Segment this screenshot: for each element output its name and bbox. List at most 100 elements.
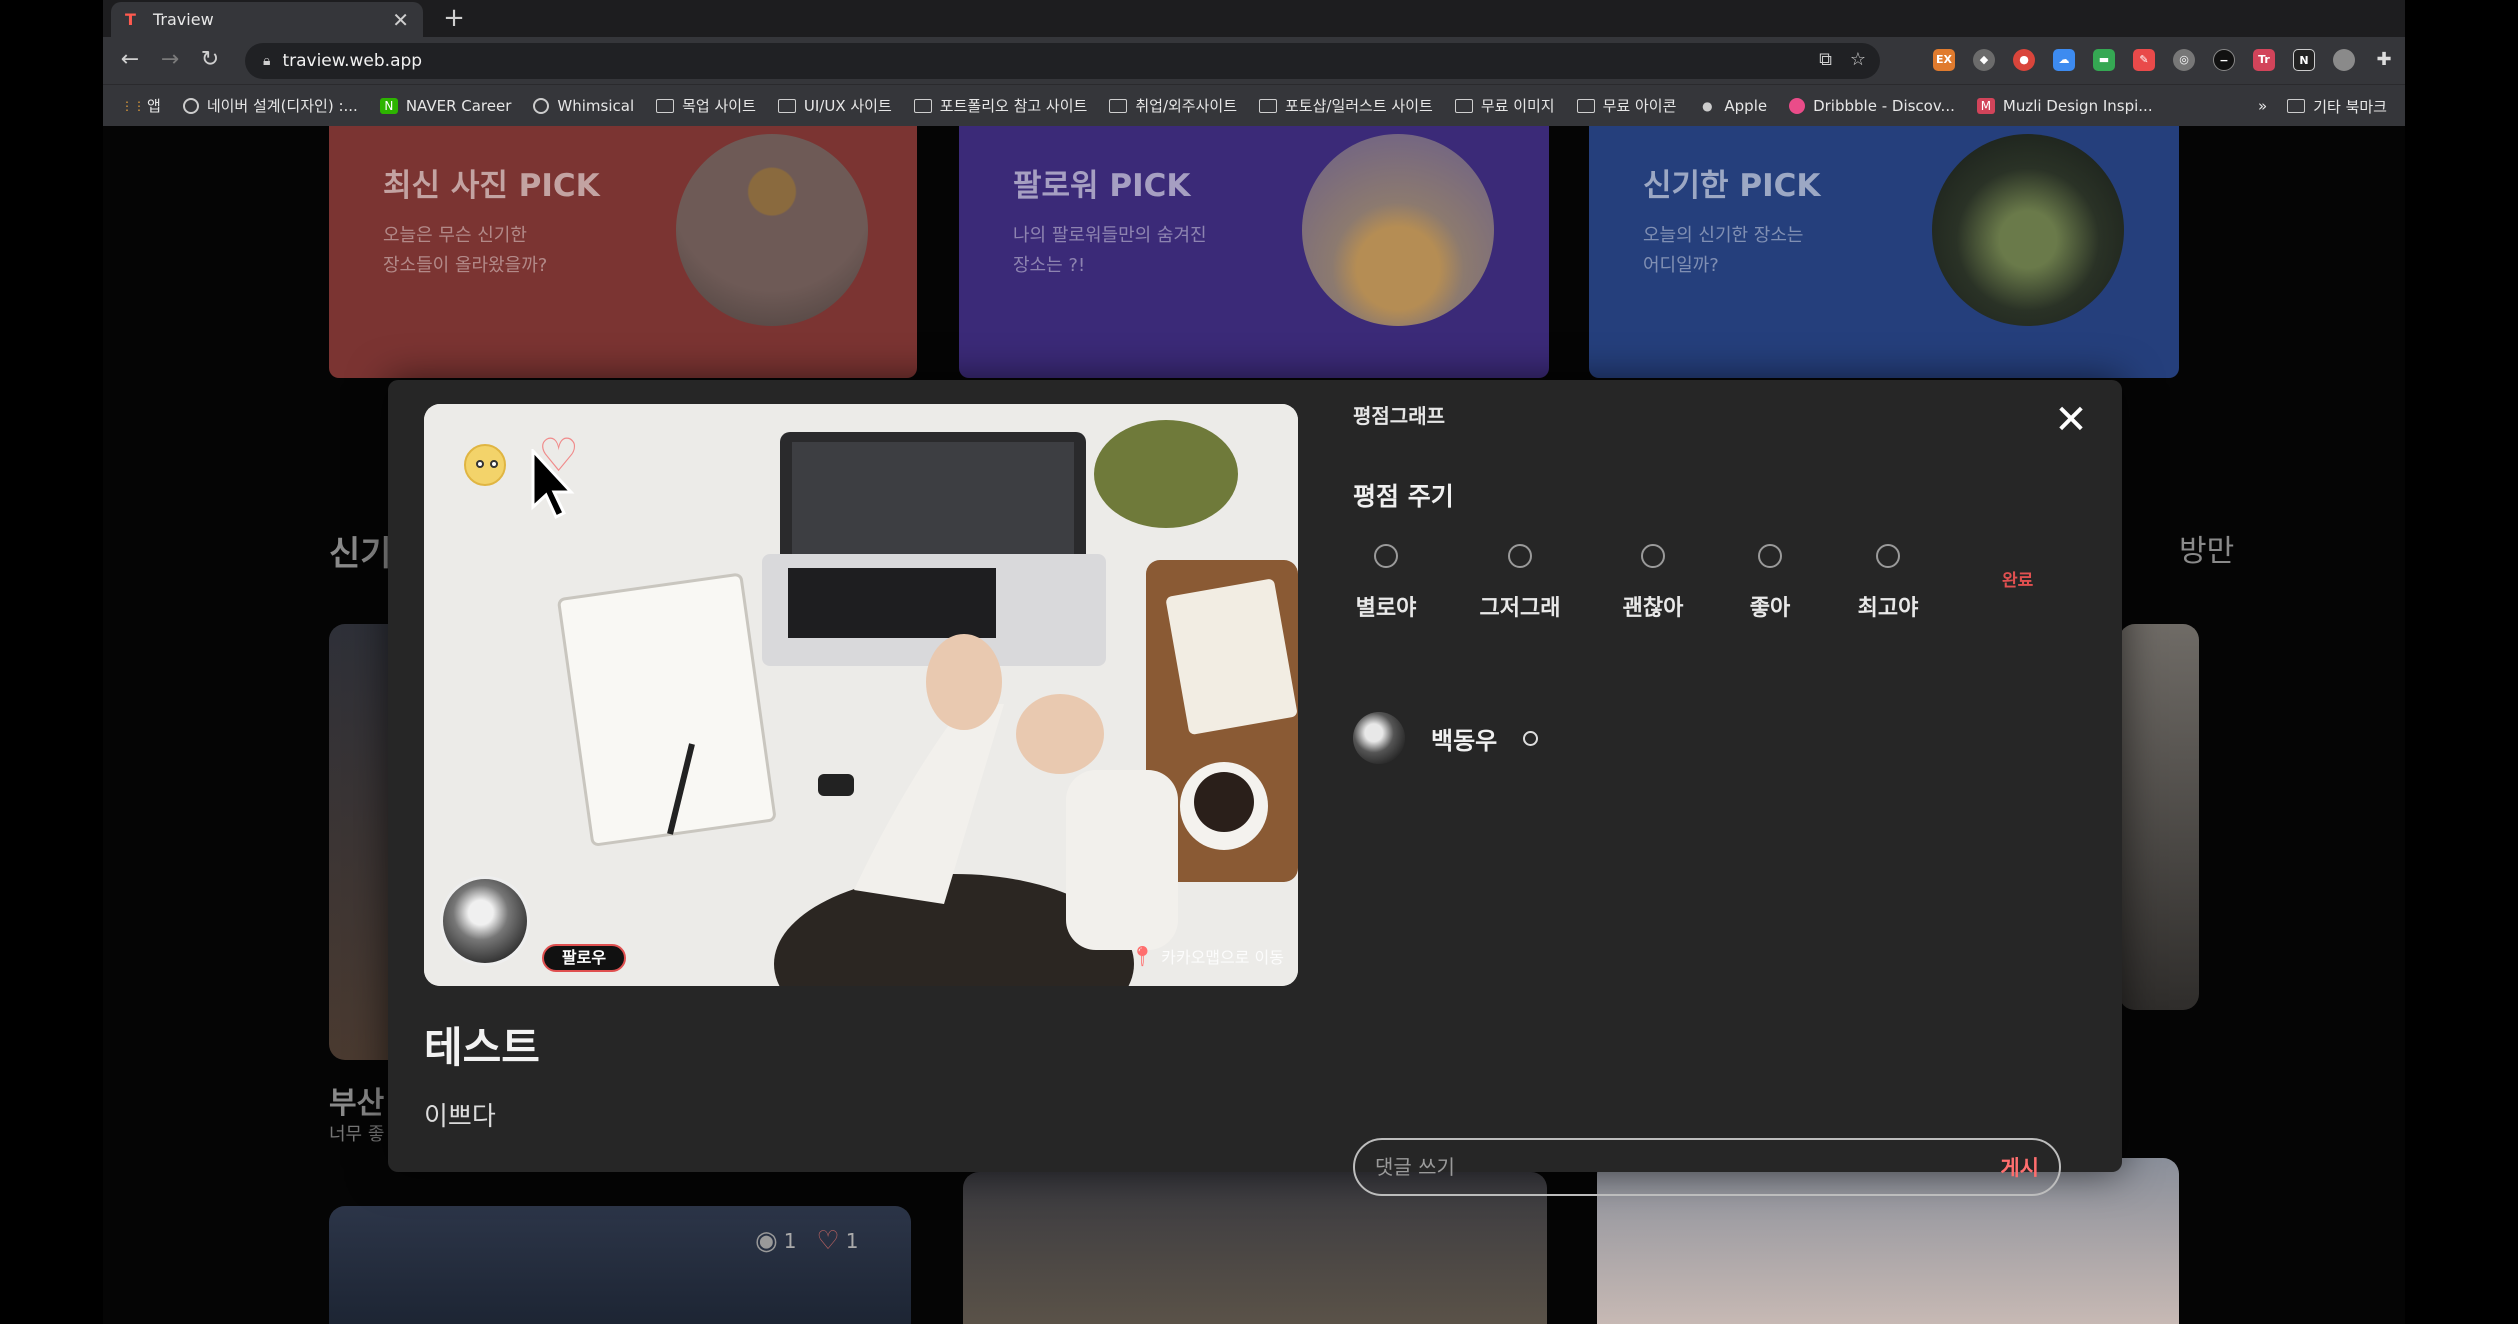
bookmark-dribbble[interactable]: Dribbble - Discov... (1789, 97, 1955, 115)
close-tab-icon[interactable]: ✕ (392, 8, 409, 32)
banner-image (1932, 134, 2124, 326)
reload-button[interactable]: ↻ (195, 45, 225, 75)
mouse-cursor-icon (531, 449, 575, 520)
kakao-map-label: 카카오맵으로 이동 (1161, 948, 1284, 967)
traview-favicon-icon: T (125, 9, 136, 29)
apps-grid-icon: ⋮⋮ (121, 98, 145, 113)
new-tab-button[interactable]: + (437, 2, 471, 36)
dribbble-icon (1789, 97, 1806, 114)
extension-icon-6[interactable]: ✎ (2133, 49, 2155, 71)
author-avatar[interactable] (440, 876, 530, 966)
other-bookmarks[interactable]: 기타 북마크 (2313, 96, 2387, 117)
extension-icon-1[interactable]: EX (1933, 49, 1955, 71)
comment-box: 게시 (1353, 1138, 2061, 1196)
folder-icon (1259, 98, 1277, 113)
extension-icon-9[interactable]: Tr (2253, 49, 2275, 71)
rate-heading: 평점 주기 (1353, 482, 1454, 511)
photo-card[interactable] (2119, 624, 2199, 1010)
radio-button[interactable] (1758, 544, 1782, 568)
follow-button[interactable]: 팔로우 (542, 944, 626, 972)
like-count: 1 (845, 1229, 859, 1253)
bookmark-label: 포트폴리오 참고 사이트 (939, 97, 1088, 115)
bookmark-label: 무료 아이콘 (1602, 97, 1677, 115)
extension-icon-11[interactable] (2333, 49, 2355, 71)
rating-option-good[interactable]: 좋아 (1710, 544, 1830, 622)
rating-option-label: 괜찮아 (1622, 596, 1684, 621)
card-subtitle: 너무 좋 (329, 1124, 385, 1145)
extension-icon-4[interactable]: ☁ (2053, 49, 2075, 71)
apple-icon: ● (1702, 98, 1713, 113)
banner-follower-pick[interactable]: 팔로워 PICK 나의 팔로워들만의 숨겨진 장소는 ?! (959, 126, 1549, 378)
folder-icon (777, 98, 796, 113)
emoji-eyes-icon[interactable] (464, 444, 506, 486)
close-icon[interactable]: ✕ (2054, 400, 2088, 440)
rating-option-label: 그저그래 (1479, 596, 1561, 621)
bookmarks-overflow-button[interactable]: » (2258, 97, 2267, 115)
tab-bar: T Traview ✕ + (103, 0, 2405, 37)
rating-option-label: 좋아 (1749, 596, 1791, 621)
translate-icon[interactable]: ⧉ (1819, 49, 1832, 70)
map-pin-icon: 📍︎ (1129, 944, 1156, 968)
banner-latest-pick[interactable]: 최신 사진 PICK 오늘은 무슨 신기한 장소들이 올라왔을까? (329, 126, 917, 378)
bookmark-muzli[interactable]: M Muzli Design Inspi... (1976, 97, 2153, 115)
rating-user-row: 백동우 (1353, 712, 1539, 764)
page-content: 최신 사진 PICK 오늘은 무슨 신기한 장소들이 올라왔을까? 팔로워 PI… (103, 126, 2405, 1324)
card-stats: ◉ 1 ♡ 1 (755, 1226, 858, 1256)
extension-icon-8[interactable]: − (2213, 49, 2235, 71)
bookmark-whimsical[interactable]: Whimsical (533, 97, 634, 115)
section-more[interactable]: 방만 (2179, 526, 2234, 570)
bookmark-folder-portfolio[interactable]: 포트폴리오 참고 사이트 (913, 95, 1088, 116)
rating-done-button[interactable]: 완료 (2002, 566, 2033, 591)
bookmark-label: 포토샵/일러스트 사이트 (1285, 97, 1433, 115)
extension-icon-5[interactable]: ▬ (2093, 49, 2115, 71)
view-count: 1 (783, 1229, 797, 1253)
naver-icon: N (379, 97, 398, 114)
bookmarks-bar: ⋮⋮ 앱 네이버 설계(디자인) :... N NAVER Career Whims… (103, 84, 2405, 126)
heart-icon[interactable]: ♡ (816, 1226, 839, 1256)
extension-icon-3[interactable]: ● (2013, 49, 2035, 71)
rating-option-soso[interactable]: 그저그래 (1460, 544, 1580, 622)
banner-amazing-pick[interactable]: 신기한 PICK 오늘의 신기한 장소는 어디일까? (1589, 126, 2179, 378)
post-detail-modal: ♡ 팔로우 📍︎ 카카오맵으로 이동 테스트 이쁘다 평점그래프 ✕ 평점 주기… (388, 380, 2122, 1196)
rating-option-best[interactable]: 최고야 (1828, 544, 1948, 622)
bookmark-label: 목업 사이트 (682, 97, 756, 115)
tab-traview[interactable]: T Traview ✕ (111, 2, 423, 37)
bookmark-folder-free-icons[interactable]: 무료 아이콘 (1576, 95, 1677, 116)
kakao-map-link[interactable]: 📍︎ 카카오맵으로 이동 (1130, 944, 1284, 968)
extension-icon-7[interactable]: ◎ (2173, 49, 2195, 71)
radio-button[interactable] (1641, 544, 1665, 568)
bookmark-folder-free-images[interactable]: 무료 이미지 (1454, 95, 1555, 116)
rating-option-bad[interactable]: 별로야 (1326, 544, 1446, 622)
back-button[interactable]: ← (115, 45, 145, 75)
rating-option-label: 별로야 (1355, 596, 1417, 621)
bookmark-naver-design[interactable]: 네이버 설계(디자인) :... (182, 95, 358, 116)
post-comment-button[interactable]: 게시 (2000, 1152, 2039, 1182)
rating-option-okay[interactable]: 괜찮아 (1593, 544, 1713, 622)
rating-graph-label[interactable]: 평점그래프 (1353, 400, 1445, 429)
globe-icon (533, 97, 550, 114)
eye-icon[interactable]: ◉ (755, 1226, 778, 1256)
bookmark-star-icon[interactable]: ☆ (1850, 49, 1866, 70)
photo-card[interactable] (329, 1206, 911, 1324)
extension-icon-2[interactable]: ◆ (1973, 49, 1995, 71)
bookmark-apple[interactable]: ● Apple (1698, 97, 1767, 115)
section-title: 신기 (329, 534, 392, 574)
bookmark-folder-jobs[interactable]: 취업/외주사이트 (1109, 95, 1237, 116)
address-bar[interactable]: 🔒︎ traview.web.app ⧉ ☆ (245, 43, 1880, 79)
notion-icon[interactable]: N (2293, 49, 2315, 71)
user-avatar[interactable] (1353, 712, 1405, 764)
bookmark-folder-photoshop[interactable]: 포토샵/일러스트 사이트 (1259, 95, 1433, 116)
bookmark-naver-career[interactable]: N NAVER Career (379, 97, 511, 115)
bookmark-apps[interactable]: ⋮⋮ 앱 (121, 95, 161, 116)
bookmark-folder-uiux[interactable]: UI/UX 사이트 (777, 95, 892, 116)
folder-icon (1454, 98, 1473, 113)
rating-indicator (1523, 730, 1539, 746)
browser-window: T Traview ✕ + ← → ↻ 🔒︎ traview.web.app ⧉… (103, 0, 2405, 1324)
radio-button[interactable] (1374, 544, 1398, 568)
comment-input[interactable] (1375, 1155, 2001, 1179)
bookmark-folder-mockup[interactable]: 목업 사이트 (656, 95, 756, 116)
radio-button[interactable] (1508, 544, 1532, 568)
forward-button[interactable]: → (155, 45, 185, 75)
extensions-puzzle-icon[interactable]: ✚ (2373, 49, 2395, 71)
radio-button[interactable] (1876, 544, 1900, 568)
